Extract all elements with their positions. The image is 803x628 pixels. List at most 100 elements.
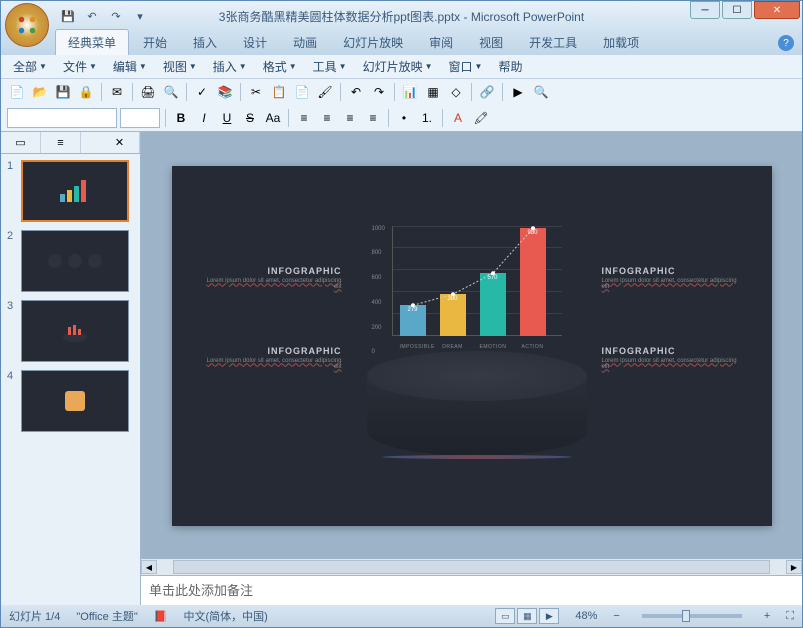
thumb-row: 4 (7, 370, 134, 432)
numbering-icon[interactable]: 1. (417, 108, 437, 128)
ribbon-tab-animation[interactable]: 动画 (281, 30, 329, 55)
fit-window-icon[interactable]: ⛶ (786, 610, 794, 623)
undo-icon[interactable]: ↶ (83, 7, 101, 25)
maximize-button[interactable]: ☐ (722, 1, 752, 19)
classic-menu-bar: 全部▼ 文件▼ 编辑▼ 视图▼ 插入▼ 格式▼ 工具▼ 幻灯片放映▼ 窗口▼ 帮… (1, 55, 802, 79)
bar-category-label: ACTION (520, 344, 546, 350)
align-right-icon[interactable]: ≡ (340, 108, 360, 128)
spell-icon[interactable]: ✓ (192, 82, 212, 102)
undo-icon[interactable]: ↶ (346, 82, 366, 102)
format-painter-icon[interactable]: 🖌 (315, 82, 335, 102)
office-button[interactable] (5, 3, 49, 47)
menu-tools[interactable]: 工具▼ (307, 56, 353, 77)
zoom-in-icon[interactable]: + (764, 610, 770, 622)
info-top-left: INFOGRAPHIC Lorem ipsum dolor sit amet, … (202, 266, 342, 290)
shapes-icon[interactable]: ◇ (446, 82, 466, 102)
open-icon[interactable]: 📂 (30, 82, 50, 102)
save-icon[interactable]: 💾 (53, 82, 73, 102)
scroll-track[interactable] (173, 560, 770, 574)
highlight-icon[interactable]: 🖍 (471, 108, 491, 128)
font-select[interactable] (7, 108, 117, 128)
ribbon-tab-insert[interactable]: 插入 (181, 30, 229, 55)
menu-view[interactable]: 视图▼ (157, 56, 203, 77)
status-language[interactable]: 中文(简体，中国) (183, 608, 267, 624)
menu-file[interactable]: 文件▼ (57, 56, 103, 77)
zoom-icon[interactable]: 🔍 (531, 82, 551, 102)
toolbar-area: 📄 📂 💾 🔒 ✉ 🖨 🔍 ✓ 📚 ✂ 📋 📄 🖌 ↶ ↷ 📊 ▦ ◇ (1, 79, 802, 132)
redo-icon[interactable]: ↷ (107, 7, 125, 25)
slide-thumb-2[interactable] (21, 230, 129, 292)
ribbon-tab-classic[interactable]: 经典菜单 (55, 29, 129, 55)
sorter-view-icon[interactable]: ▦ (517, 608, 537, 624)
paste-icon[interactable]: 📄 (292, 82, 312, 102)
cut-icon[interactable]: ✂ (246, 82, 266, 102)
align-center-icon[interactable]: ≡ (317, 108, 337, 128)
size-select[interactable] (120, 108, 160, 128)
outline-tab-icon[interactable]: ≡ (41, 132, 81, 153)
mail-icon[interactable]: ✉ (107, 82, 127, 102)
slides-panel: ▭ ≡ ✕ 1 2 3 4 (1, 132, 141, 605)
permission-icon[interactable]: 🔒 (76, 82, 96, 102)
thumbs-list: 1 2 3 4 (1, 154, 140, 605)
save-icon[interactable]: 💾 (59, 7, 77, 25)
redo-icon[interactable]: ↷ (369, 82, 389, 102)
research-icon[interactable]: 📚 (215, 82, 235, 102)
menu-insert[interactable]: 插入▼ (207, 56, 253, 77)
close-button[interactable]: ✕ (754, 1, 800, 19)
menu-help[interactable]: 帮助 (492, 56, 528, 77)
ribbon-tab-view[interactable]: 视图 (467, 30, 515, 55)
ribbon-tab-review[interactable]: 审阅 (417, 30, 465, 55)
ribbon-tab-home[interactable]: 开始 (131, 30, 179, 55)
slide-canvas[interactable]: INFOGRAPHIC Lorem ipsum dolor sit amet, … (141, 132, 802, 559)
underline-icon[interactable]: U (217, 108, 237, 128)
ribbon-tab-slideshow[interactable]: 幻灯片放映 (331, 30, 415, 55)
notes-pane[interactable]: 单击此处添加备注 (141, 575, 802, 605)
strike-icon[interactable]: S (240, 108, 260, 128)
ribbon-tab-addins[interactable]: 加载项 (591, 30, 651, 55)
chart-icon[interactable]: 📊 (400, 82, 420, 102)
slideshow-icon[interactable]: ▶ (508, 82, 528, 102)
ribbon-tab-dev[interactable]: 开发工具 (517, 30, 589, 55)
y-axis-labels: 1000 800 600 400 200 0 (372, 226, 385, 356)
menu-all[interactable]: 全部▼ (7, 56, 53, 77)
italic-icon[interactable]: I (194, 108, 214, 128)
scroll-left-icon[interactable]: ◀ (141, 560, 157, 574)
spellcheck-icon[interactable]: 📕 (154, 610, 168, 623)
slideshow-view-icon[interactable]: ▶ (539, 608, 559, 624)
zoom-slider[interactable] (642, 614, 742, 618)
quick-access-toolbar: 💾 ↶ ↷ ▾ (59, 7, 149, 25)
print-icon[interactable]: 🖨 (138, 82, 158, 102)
ribbon-tabs: 经典菜单 开始 插入 设计 动画 幻灯片放映 审阅 视图 开发工具 加载项 ? (1, 31, 802, 55)
scroll-right-icon[interactable]: ▶ (786, 560, 802, 574)
new-icon[interactable]: 📄 (7, 82, 27, 102)
thumbs-tabs: ▭ ≡ ✕ (1, 132, 140, 154)
close-panel-icon[interactable]: ✕ (100, 132, 140, 153)
menu-window[interactable]: 窗口▼ (443, 56, 489, 77)
menu-slideshow[interactable]: 幻灯片放映▼ (357, 56, 439, 77)
table-icon[interactable]: ▦ (423, 82, 443, 102)
help-icon[interactable]: ? (778, 35, 794, 51)
qat-dropdown-icon[interactable]: ▾ (131, 7, 149, 25)
minimize-button[interactable]: ─ (690, 1, 720, 19)
slide-thumb-4[interactable] (21, 370, 129, 432)
slide[interactable]: INFOGRAPHIC Lorem ipsum dolor sit amet, … (172, 166, 772, 526)
hyperlink-icon[interactable]: 🔗 (477, 82, 497, 102)
zoom-out-icon[interactable]: − (613, 610, 619, 622)
align-left-icon[interactable]: ≡ (294, 108, 314, 128)
font-color-icon[interactable]: A (448, 108, 468, 128)
ribbon-tab-design[interactable]: 设计 (231, 30, 279, 55)
preview-icon[interactable]: 🔍 (161, 82, 181, 102)
normal-view-icon[interactable]: ▭ (495, 608, 515, 624)
copy-icon[interactable]: 📋 (269, 82, 289, 102)
menu-format[interactable]: 格式▼ (257, 56, 303, 77)
justify-icon[interactable]: ≡ (363, 108, 383, 128)
bold-icon[interactable]: B (171, 108, 191, 128)
zoom-value[interactable]: 48% (575, 610, 597, 622)
slide-thumb-3[interactable] (21, 300, 129, 362)
bullets-icon[interactable]: • (394, 108, 414, 128)
thumb-row: 2 (7, 230, 134, 292)
slide-thumb-1[interactable] (21, 160, 129, 222)
slides-tab-icon[interactable]: ▭ (1, 132, 41, 153)
menu-edit[interactable]: 编辑▼ (107, 56, 153, 77)
caps-icon[interactable]: Aa (263, 108, 283, 128)
